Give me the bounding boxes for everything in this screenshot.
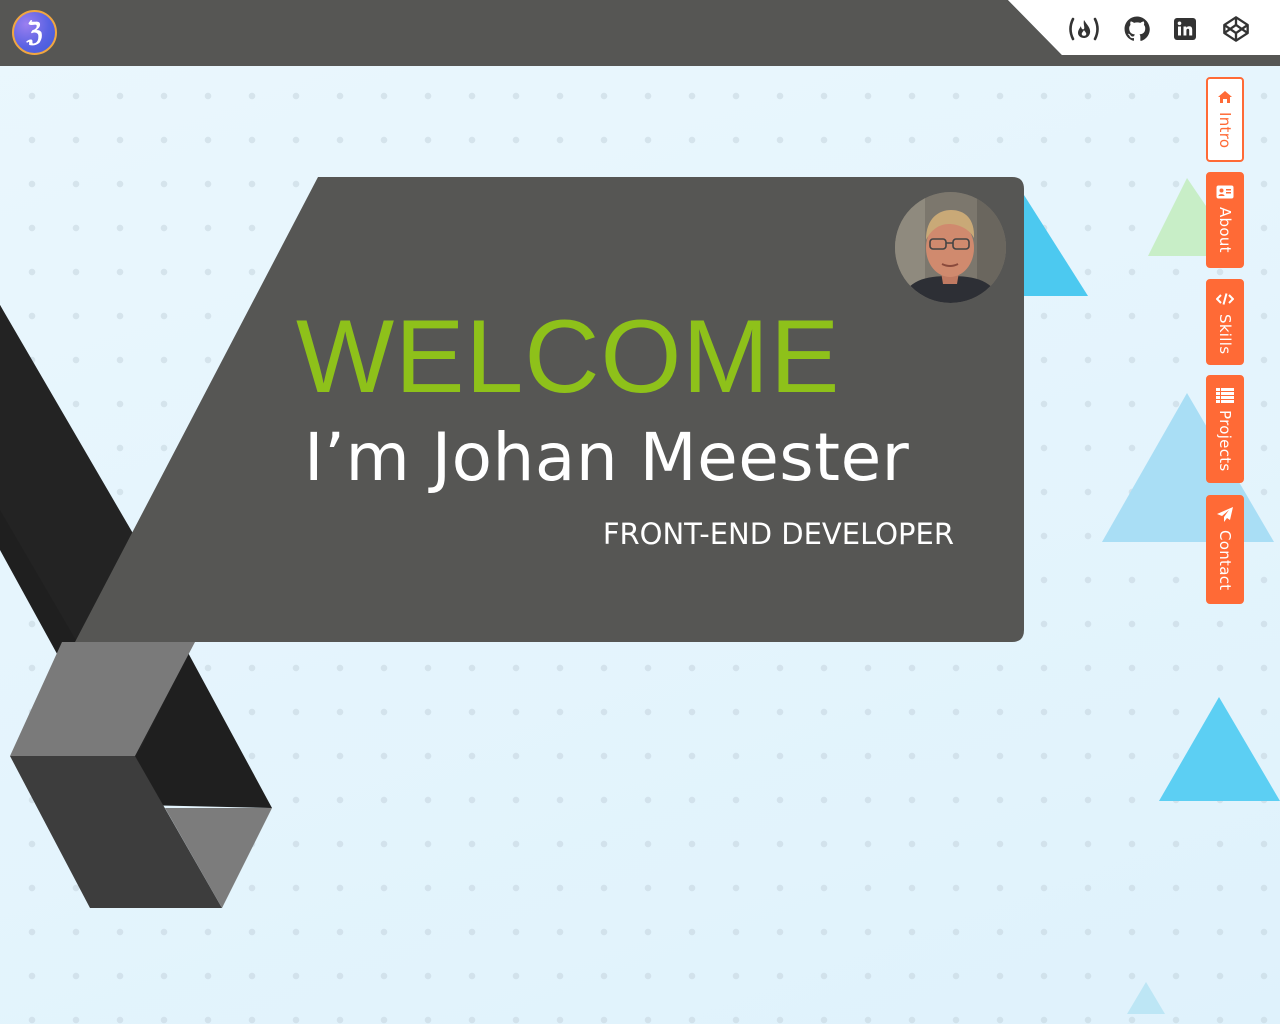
freecodecamp-icon xyxy=(1069,17,1099,41)
github-icon xyxy=(1124,16,1150,41)
top-bar: ℨ xyxy=(0,0,1280,66)
nav-item-skills[interactable]: Skills xyxy=(1206,279,1244,365)
id-card-icon xyxy=(1216,183,1234,201)
list-icon xyxy=(1216,386,1234,404)
linkedin-link[interactable] xyxy=(1167,12,1203,46)
triangle-shape xyxy=(1102,393,1274,542)
triangle-shape xyxy=(1159,697,1280,801)
triangle-shape xyxy=(1127,982,1165,1014)
nav-item-intro[interactable]: Intro xyxy=(1206,77,1244,162)
freecodecamp-link[interactable] xyxy=(1066,12,1102,46)
nav-label-contact: Contact xyxy=(1216,530,1234,591)
nav-label-about: About xyxy=(1216,207,1234,253)
background-shapes xyxy=(0,177,1280,1014)
github-link[interactable] xyxy=(1119,12,1155,46)
codepen-icon xyxy=(1223,16,1249,42)
nav-item-contact[interactable]: Contact xyxy=(1206,495,1244,604)
profile-photo xyxy=(895,192,1006,303)
name-heading: I’m Johan Meester xyxy=(304,419,910,496)
nav-item-about[interactable]: About xyxy=(1206,172,1244,268)
logo[interactable]: ℨ xyxy=(12,10,57,55)
triangle-shape xyxy=(1024,195,1088,296)
linkedin-icon xyxy=(1174,18,1196,40)
code-icon xyxy=(1216,290,1234,308)
home-icon xyxy=(1216,88,1234,106)
nav-label-intro: Intro xyxy=(1216,112,1234,149)
nav-label-skills: Skills xyxy=(1216,314,1234,355)
welcome-heading: WELCOME xyxy=(296,299,841,415)
paper-plane-icon xyxy=(1216,506,1234,524)
codepen-link[interactable] xyxy=(1218,12,1254,46)
nav-label-projects: Projects xyxy=(1216,410,1234,472)
avatar xyxy=(895,192,1006,303)
nav-item-projects[interactable]: Projects xyxy=(1206,375,1244,483)
role-subtitle: FRONT-END DEVELOPER xyxy=(602,517,954,551)
